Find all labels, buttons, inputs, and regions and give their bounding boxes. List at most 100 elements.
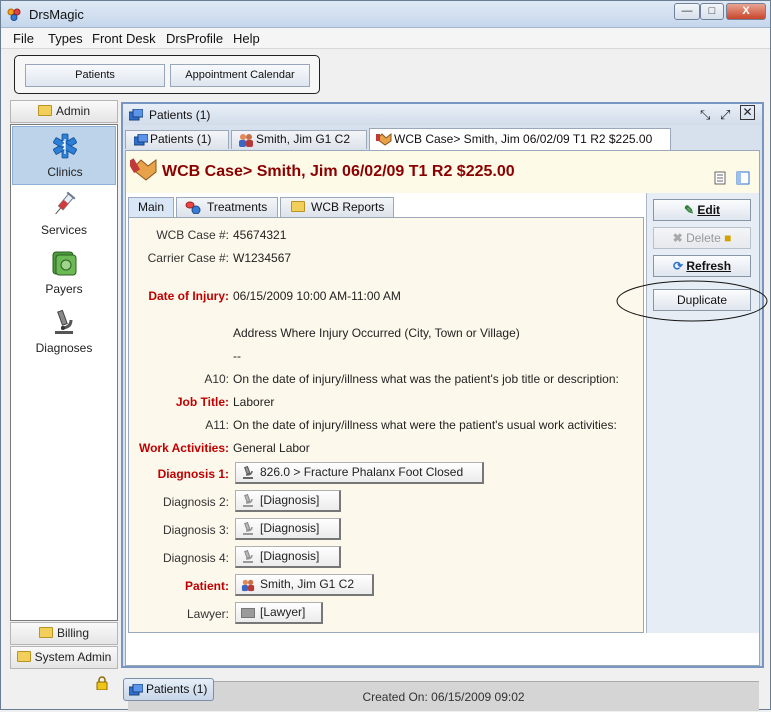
diagnosis3-button[interactable]: [Diagnosis] xyxy=(235,518,341,540)
menu-drsprofile[interactable]: DrsProfile xyxy=(166,31,223,46)
handshake-icon xyxy=(130,158,157,181)
tab-patient-label: Smith, Jim G1 C2 xyxy=(256,132,351,146)
menu-types[interactable]: Types xyxy=(48,31,83,46)
pencil-icon: ✎ xyxy=(683,203,695,217)
diagnosis4-button[interactable]: [Diagnosis] xyxy=(235,546,341,568)
nav-label-services: Services xyxy=(40,223,87,237)
subtab-main-label: Main xyxy=(137,200,164,214)
carrier-case-row: Carrier Case #: W1234567 xyxy=(129,251,645,269)
nav-label-payers: Payers xyxy=(45,282,83,296)
nav-item-clinics[interactable]: Clinics xyxy=(12,126,116,185)
diagnosis4-value: [Diagnosis] xyxy=(260,549,320,563)
work-activities-value: General Labor xyxy=(233,441,310,455)
syringe-icon xyxy=(55,191,76,215)
close-frame-icon[interactable]: ✕ xyxy=(740,105,755,120)
subtab-treatments[interactable]: Treatments xyxy=(176,197,278,217)
carrier-case-label: Carrier Case #: xyxy=(147,251,229,265)
case-content-panel: WCB Case> Smith, Jim 06/02/09 T1 R2 $225… xyxy=(125,150,760,711)
a11-row: A11: On the date of injury/illness what … xyxy=(129,418,645,436)
subtab-main[interactable]: Main xyxy=(128,197,174,217)
system-admin-section-header[interactable]: System Admin xyxy=(10,646,118,669)
diagnosis2-row: Diagnosis 2: xyxy=(129,495,645,513)
address-value-row: -- xyxy=(129,349,645,367)
microscope-icon xyxy=(55,309,73,334)
case-subtab-bar: Main Treatments WCB Reports xyxy=(128,195,646,217)
refresh-button[interactable]: ⟳ Refresh xyxy=(653,255,751,277)
diagnosis3-value: [Diagnosis] xyxy=(260,521,320,535)
patient-value: Smith, Jim G1 C2 xyxy=(260,577,355,591)
job-title-value: Laborer xyxy=(233,395,275,409)
menu-help[interactable]: Help xyxy=(233,31,260,46)
taskbar-patients-label: Patients (1) xyxy=(146,682,208,696)
patients-internal-frame: Patients (1) ⤡ ⤢ ✕ Patients (1) Smith, J… xyxy=(121,102,764,711)
folder-icon xyxy=(37,105,52,116)
frame-title-bar: Patients (1) ⤡ ⤢ ✕ xyxy=(123,104,762,125)
diagnosis1-button[interactable]: 826.0 > Fracture Phalanx Foot Closed xyxy=(235,462,484,484)
maximize-frame-icon[interactable]: ⤢ xyxy=(720,107,730,123)
tab-wcb-case[interactable]: WCB Case> Smith, Jim 06/02/09 T1 R2 $225… xyxy=(369,128,671,150)
close-button[interactable]: X xyxy=(726,3,766,20)
folder-icon xyxy=(291,201,305,212)
admin-label: Admin xyxy=(55,104,90,118)
diagnosis1-value: 826.0 > Fracture Phalanx Foot Closed xyxy=(260,465,464,479)
diagnosis2-button[interactable]: [Diagnosis] xyxy=(235,490,341,512)
nav-item-payers[interactable]: Payers xyxy=(12,244,116,303)
a10-label: A10: xyxy=(204,372,229,386)
admin-item-list: Clinics Services Payers Diagnoses xyxy=(10,124,118,621)
lawyer-button[interactable]: [Lawyer] xyxy=(235,602,323,624)
taskbar-patients-button[interactable]: Patients (1) xyxy=(123,678,215,701)
action-sidebar: ✎ Edit ✖ Delete ■ ⟳ Refresh Duplicate xyxy=(646,193,759,633)
billing-label: Billing xyxy=(56,626,89,640)
a11-text: On the date of injury/illness what were … xyxy=(233,418,617,432)
job-title-label: Job Title: xyxy=(175,395,229,409)
tab-patient-smith[interactable]: Smith, Jim G1 C2 xyxy=(231,130,367,149)
frame-title: Patients (1) xyxy=(149,108,211,122)
patients-window-icon xyxy=(129,684,143,696)
billing-section-header[interactable]: Billing xyxy=(10,622,118,645)
document-icon[interactable] xyxy=(714,171,726,185)
panel-layout-icon[interactable] xyxy=(736,171,750,185)
appointment-calendar-button[interactable]: Appointment Calendar xyxy=(170,64,310,87)
duplicate-label: Duplicate xyxy=(676,293,728,307)
tab-patients[interactable]: Patients (1) xyxy=(125,130,229,149)
frame-taskbar: Patients (1) xyxy=(121,677,770,702)
handshake-icon xyxy=(376,132,392,146)
lock-icon[interactable] xyxy=(96,676,108,690)
patients-button[interactable]: Patients xyxy=(25,64,165,87)
diagnosis3-label: Diagnosis 3: xyxy=(162,523,229,537)
menu-front-desk[interactable]: Front Desk xyxy=(92,31,156,46)
restore-frame-icon[interactable]: ⤡ xyxy=(700,107,710,123)
subtab-wcb-reports[interactable]: WCB Reports xyxy=(280,197,394,217)
minimize-icon: — xyxy=(681,5,693,17)
edit-button[interactable]: ✎ Edit xyxy=(653,199,751,221)
delete-button[interactable]: ✖ Delete ■ xyxy=(653,227,751,249)
duplicate-button[interactable]: Duplicate xyxy=(653,289,751,311)
patient-button[interactable]: Smith, Jim G1 C2 xyxy=(235,574,374,596)
lock-icon: ■ xyxy=(724,231,732,245)
nav-item-diagnoses[interactable]: Diagnoses xyxy=(12,303,116,362)
frame-tab-bar: Patients (1) Smith, Jim G1 C2 WCB Case> … xyxy=(125,128,759,150)
lawyer-row: Lawyer: xyxy=(129,607,645,625)
a11-label: A11: xyxy=(205,418,229,432)
maximize-button[interactable]: □ xyxy=(700,3,724,20)
menu-file[interactable]: File xyxy=(13,31,34,46)
app-window: DrsMagic — □ X File Types Front Desk Drs… xyxy=(0,0,771,711)
microscope-icon xyxy=(243,466,253,479)
minimize-button[interactable]: — xyxy=(674,3,700,20)
case-header: WCB Case> Smith, Jim 06/02/09 T1 R2 $225… xyxy=(126,151,759,193)
system-admin-label: System Admin xyxy=(34,650,112,664)
drsmagic-logo-icon xyxy=(7,8,21,21)
patients-window-icon xyxy=(129,109,143,121)
delete-x-icon: ✖ xyxy=(672,231,683,245)
admin-section-header[interactable]: Admin xyxy=(10,100,118,123)
patients-window-icon xyxy=(134,134,148,146)
diagnosis1-label: Diagnosis 1: xyxy=(157,467,229,481)
folder-icon xyxy=(241,608,255,618)
subtab-treatments-label: Treatments xyxy=(207,200,268,214)
people-icon xyxy=(239,134,253,147)
folder-icon xyxy=(16,651,31,662)
patient-row: Patient: xyxy=(129,579,645,597)
wcb-case-value: 45674321 xyxy=(233,228,287,242)
nav-item-services[interactable]: Services xyxy=(12,185,116,244)
lawyer-label: Lawyer: xyxy=(186,607,229,621)
